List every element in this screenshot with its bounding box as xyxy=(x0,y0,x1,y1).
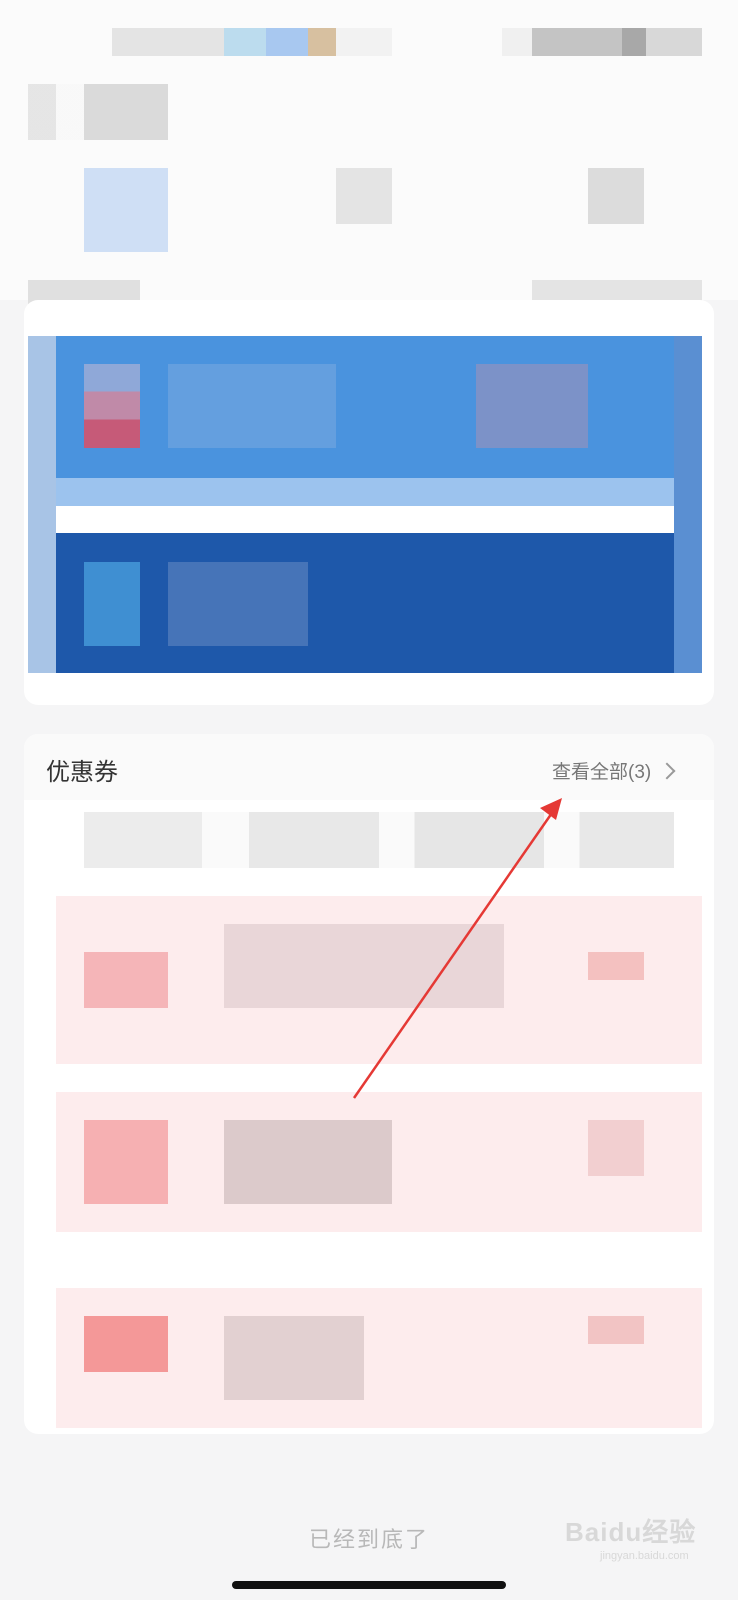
baidu-watermark-domain: jingyan.baidu.com xyxy=(600,1550,689,1562)
baidu-watermark: Baidu经验 xyxy=(565,1517,697,1547)
home-indicator[interactable] xyxy=(232,1581,506,1589)
annotation-arrow xyxy=(352,798,562,1099)
